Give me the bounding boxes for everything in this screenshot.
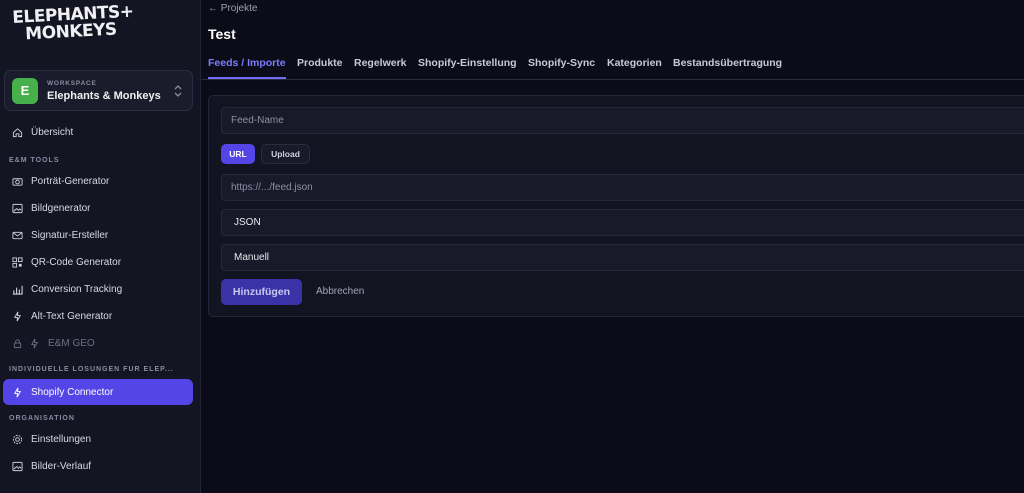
tab-products[interactable]: Produkte <box>297 57 343 69</box>
logo-line-2: MONKEYS <box>24 19 118 45</box>
tab-shopify-sync[interactable]: Shopify-Sync <box>528 57 595 69</box>
sidebar-item-label: Bilder-Verlauf <box>31 460 92 472</box>
brand-logo[interactable]: ELEPHANTS+ MONKEYS <box>12 2 134 45</box>
image-icon <box>12 203 23 213</box>
cancel-button[interactable]: Abbrechen <box>316 279 364 305</box>
sidebar-item-label: Alt-Text Generator <box>31 310 113 322</box>
feed-name-field[interactable] <box>221 107 1024 134</box>
sidebar-item-signature-creator[interactable]: Signatur-Ersteller <box>3 222 193 248</box>
sidebar: ELEPHANTS+ MONKEYS E WORKSPACE Elephants… <box>0 0 201 493</box>
format-select[interactable]: JSON <box>221 209 1024 236</box>
sidebar-item-label: E&M GEO <box>48 337 95 349</box>
active-tab-indicator <box>208 77 286 79</box>
workspace-avatar: E <box>12 78 38 104</box>
source-upload-toggle[interactable]: Upload <box>261 144 310 164</box>
lock-icon <box>13 338 22 348</box>
feed-name-input[interactable] <box>231 115 1024 126</box>
schedule-select[interactable]: Manuell <box>221 244 1024 271</box>
workspace-name: Elephants & Monkeys <box>47 90 161 102</box>
sidebar-item-label: Porträt-Generator <box>31 175 110 187</box>
sidebar-item-settings[interactable]: Einstellungen <box>3 426 193 452</box>
feed-url-input[interactable] <box>231 182 1024 193</box>
chevron-up-down-icon <box>174 85 182 97</box>
tab-feeds-imports[interactable]: Feeds / Importe <box>208 57 286 69</box>
tab-shopify-settings[interactable]: Shopify-Einstellung <box>418 57 517 69</box>
sidebar-item-shopify-connector[interactable]: Shopify Connector <box>3 379 193 405</box>
sidebar-item-em-geo: E&M GEO <box>3 330 193 356</box>
section-custom-solutions: INDIVIDUELLE LÖSUNGEN FÜR ELEP... <box>9 366 174 373</box>
section-organisation: ORGANISATION <box>9 415 75 422</box>
back-link[interactable]: ← Projekte <box>208 3 257 14</box>
home-icon <box>12 127 23 137</box>
sidebar-item-label: Bildgenerator <box>31 202 91 214</box>
sidebar-item-label: Übersicht <box>31 126 74 138</box>
format-select-value: JSON <box>234 217 261 228</box>
tab-rules[interactable]: Regelwerk <box>354 57 407 69</box>
sidebar-item-label: Einstellungen <box>31 433 92 445</box>
source-url-toggle[interactable]: URL <box>221 144 255 164</box>
bar-chart-icon <box>12 285 23 295</box>
tab-stock-transfer[interactable]: Bestandsübertragung <box>673 57 782 69</box>
sparkle-icon <box>13 311 22 321</box>
qr-code-icon <box>12 256 23 268</box>
tab-categories[interactable]: Kategorien <box>607 57 662 69</box>
sidebar-item-label: QR-Code Generator <box>31 256 122 268</box>
main-content: ← Projekte Test Feeds / Importe Produkte… <box>201 0 1024 493</box>
sidebar-item-image-history[interactable]: Bilder-Verlauf <box>3 453 193 479</box>
section-tools: E&M TOOLS <box>9 157 60 164</box>
tab-bar: Feeds / Importe Produkte Regelwerk Shopi… <box>201 54 1024 80</box>
add-button[interactable]: Hinzufügen <box>221 279 302 305</box>
sidebar-item-alt-text-generator[interactable]: Alt-Text Generator <box>3 303 193 329</box>
add-feed-form: URL Upload JSON Manuell Hinzufügen Abbre… <box>208 95 1024 317</box>
page-title: Test <box>208 26 236 42</box>
sidebar-item-overview[interactable]: Übersicht <box>3 119 193 145</box>
sidebar-item-portrait-generator[interactable]: Porträt-Generator <box>3 168 193 194</box>
sidebar-item-conversion-tracking[interactable]: Conversion Tracking <box>3 276 193 302</box>
schedule-select-value: Manuell <box>234 252 270 263</box>
workspace-switcher[interactable]: E WORKSPACE Elephants & Monkeys <box>4 70 193 111</box>
sidebar-item-label: Conversion Tracking <box>31 283 123 295</box>
feed-url-field[interactable] <box>221 174 1024 201</box>
camera-icon <box>12 177 23 186</box>
gear-icon <box>12 434 23 444</box>
mail-icon <box>12 231 23 239</box>
sidebar-item-qr-code-generator[interactable]: QR-Code Generator <box>3 249 193 275</box>
sparkle-icon <box>13 387 22 397</box>
image-icon <box>12 461 23 471</box>
sparkle-icon <box>30 338 39 348</box>
sidebar-item-image-generator[interactable]: Bildgenerator <box>3 195 193 221</box>
sidebar-item-label: Shopify Connector <box>31 386 114 398</box>
sidebar-item-label: Signatur-Ersteller <box>31 229 109 241</box>
workspace-caption: WORKSPACE <box>47 80 97 87</box>
